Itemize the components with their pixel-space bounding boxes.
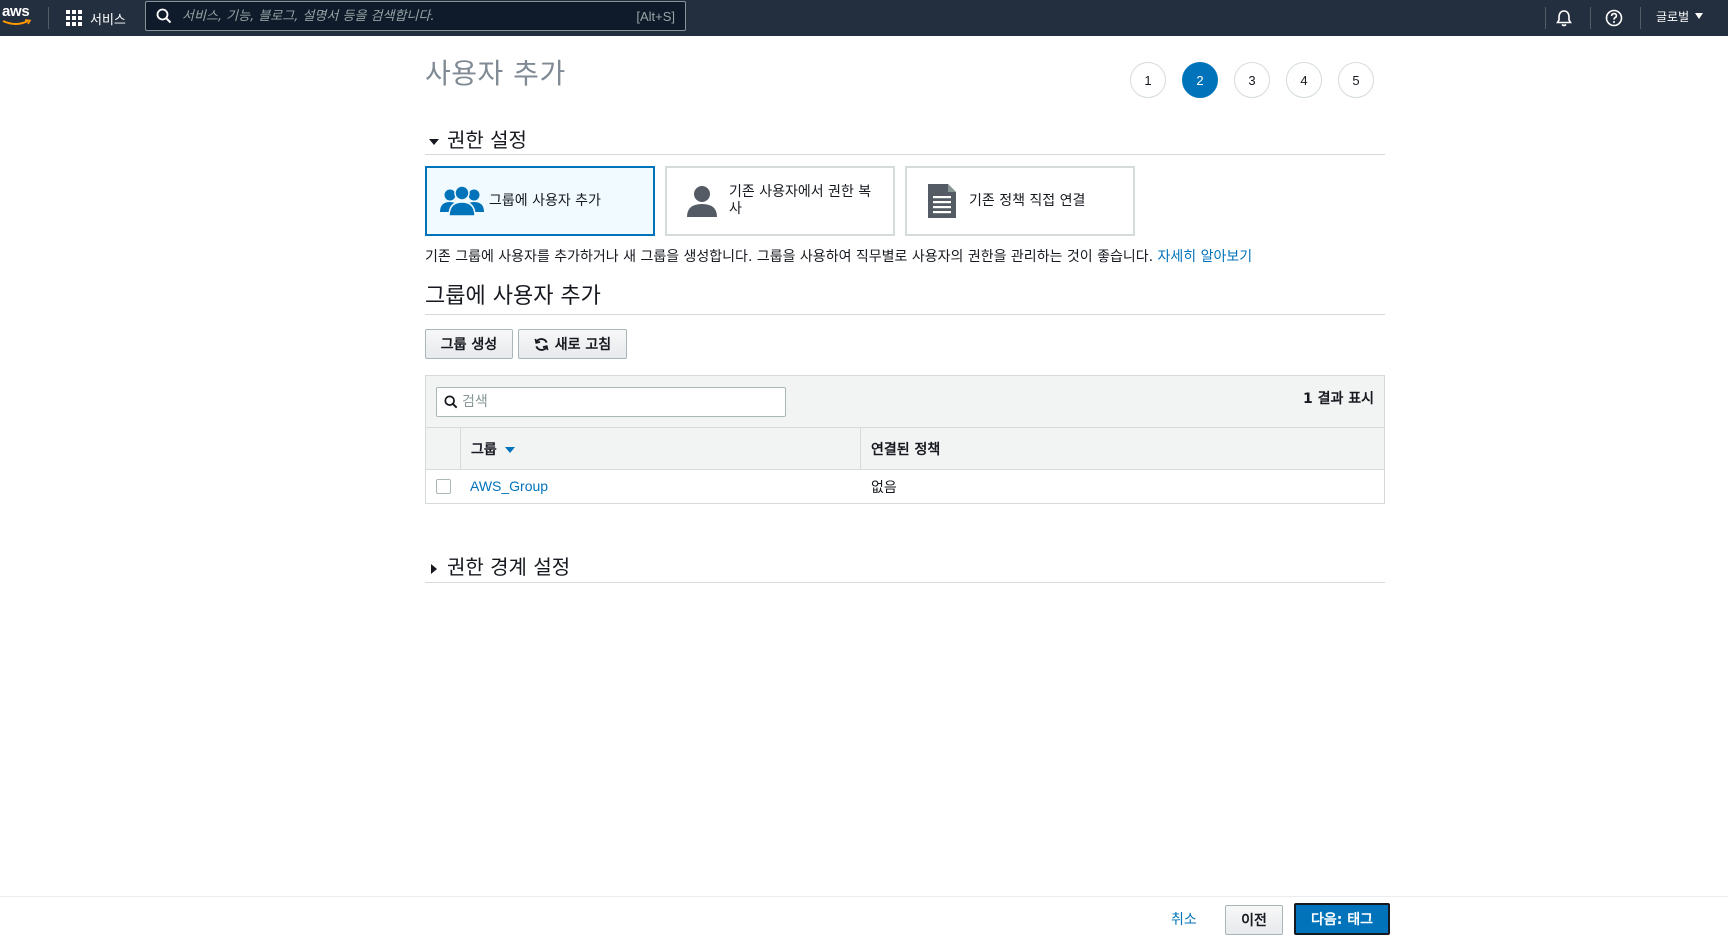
table-search-input[interactable] bbox=[462, 394, 762, 410]
option-attach-policies[interactable]: 기존 정책 직접 연결 bbox=[905, 166, 1135, 236]
caret-right-icon bbox=[431, 563, 437, 574]
aws-logo-text: aws bbox=[2, 3, 30, 20]
header-group[interactable]: 그룹 bbox=[461, 428, 861, 469]
region-label: 글로벌 bbox=[1656, 9, 1690, 24]
row-checkbox[interactable] bbox=[436, 479, 451, 494]
step-2[interactable]: 2 bbox=[1182, 62, 1218, 98]
previous-label: 이전 bbox=[1241, 913, 1267, 929]
nav-separator bbox=[1590, 7, 1591, 29]
table-toolbar: 1 결과 표시 bbox=[426, 376, 1384, 428]
description-text: 기존 그룹에 사용자를 추가하거나 새 그룹을 생성합니다. 그룹을 사용하여 … bbox=[425, 249, 1154, 265]
users-group-icon bbox=[439, 181, 485, 221]
refresh-icon bbox=[534, 337, 549, 351]
row-policy-cell: 없음 bbox=[871, 479, 897, 496]
next-button[interactable]: 다음: 태그 bbox=[1294, 903, 1390, 935]
table-row: AWS_Group 없음 bbox=[426, 470, 1384, 503]
header-select-column bbox=[426, 428, 461, 469]
permissions-section-title: 권한 설정 bbox=[447, 128, 527, 152]
header-policies-label: 연결된 정책 bbox=[871, 441, 941, 458]
permission-options: 그룹에 사용자 추가 기존 사용자에서 권한 복사 기존 정책 직접 연결 bbox=[425, 166, 1145, 236]
nav-separator bbox=[48, 7, 49, 29]
search-icon bbox=[156, 8, 172, 24]
region-selector[interactable]: 글로벌 bbox=[1656, 0, 1704, 32]
grid-icon bbox=[66, 10, 82, 26]
refresh-label: 새로 고침 bbox=[554, 337, 612, 353]
previous-button[interactable]: 이전 bbox=[1225, 905, 1283, 935]
bell-icon[interactable] bbox=[1553, 7, 1575, 29]
help-icon[interactable] bbox=[1603, 7, 1625, 29]
option-add-to-group[interactable]: 그룹에 사용자 추가 bbox=[425, 166, 655, 236]
permissions-description: 기존 그룹에 사용자를 추가하거나 새 그룹을 생성합니다. 그룹을 사용하여 … bbox=[425, 246, 1252, 266]
row-group-cell: AWS_Group bbox=[461, 478, 861, 495]
aws-smile-icon bbox=[2, 19, 32, 25]
services-label: 서비스 bbox=[90, 12, 126, 28]
permissions-section-header[interactable]: 권한 설정 bbox=[425, 123, 1385, 155]
step-4[interactable]: 4 bbox=[1286, 62, 1322, 98]
search-shortcut: [Alt+S] bbox=[636, 8, 675, 24]
sort-down-icon bbox=[504, 446, 515, 453]
group-link[interactable]: AWS_Group bbox=[470, 478, 548, 494]
top-navigation: aws 서비스 [Alt+S] 글로벌 bbox=[0, 0, 1728, 36]
option-copy-permissions[interactable]: 기존 사용자에서 권한 복사 bbox=[665, 166, 895, 236]
step-5[interactable]: 5 bbox=[1338, 62, 1374, 98]
refresh-button[interactable]: 새로 고침 bbox=[518, 329, 627, 359]
option-label: 기존 정책 직접 연결 bbox=[969, 192, 1086, 209]
boundary-section-header[interactable]: 권한 경계 설정 bbox=[425, 549, 1385, 583]
row-select-cell bbox=[426, 479, 461, 494]
create-group-button[interactable]: 그룹 생성 bbox=[425, 329, 513, 359]
result-count: 1 결과 표시 bbox=[1302, 391, 1374, 407]
caret-down-icon bbox=[429, 138, 439, 145]
wizard-footer: 취소 이전 다음: 태그 bbox=[0, 896, 1728, 942]
step-3[interactable]: 3 bbox=[1234, 62, 1270, 98]
header-attached-policies[interactable]: 연결된 정책 bbox=[861, 428, 1384, 469]
nav-separator bbox=[1545, 7, 1546, 29]
step-1[interactable]: 1 bbox=[1130, 62, 1166, 98]
aws-logo[interactable]: aws bbox=[2, 4, 36, 30]
option-label: 기존 사용자에서 권한 복사 bbox=[729, 184, 872, 217]
create-group-label: 그룹 생성 bbox=[440, 337, 498, 353]
table-search[interactable] bbox=[436, 387, 786, 417]
table-header: 그룹 연결된 정책 bbox=[426, 428, 1384, 470]
option-label: 그룹에 사용자 추가 bbox=[489, 192, 601, 209]
global-search[interactable]: [Alt+S] bbox=[145, 1, 686, 31]
next-label: 다음: 태그 bbox=[1311, 912, 1373, 928]
document-icon bbox=[919, 181, 965, 221]
header-group-label: 그룹 bbox=[471, 441, 497, 458]
wizard-steps: 1 2 3 4 5 bbox=[1130, 62, 1390, 98]
cancel-link[interactable]: 취소 bbox=[1171, 909, 1197, 929]
group-section-title: 그룹에 사용자 추가 bbox=[425, 278, 1385, 315]
search-icon bbox=[444, 395, 458, 409]
user-icon bbox=[679, 181, 725, 221]
caret-down-icon bbox=[1695, 13, 1704, 19]
global-search-input[interactable] bbox=[182, 8, 637, 24]
nav-separator bbox=[1640, 7, 1641, 29]
learn-more-link[interactable]: 자세히 알아보기 bbox=[1158, 249, 1253, 265]
page-title: 사용자 추가 bbox=[425, 57, 566, 90]
boundary-section-title: 권한 경계 설정 bbox=[447, 555, 571, 579]
groups-table: 1 결과 표시 그룹 연결된 정책 AWS_Group 없음 bbox=[425, 375, 1385, 504]
services-menu[interactable]: 서비스 bbox=[66, 0, 126, 36]
